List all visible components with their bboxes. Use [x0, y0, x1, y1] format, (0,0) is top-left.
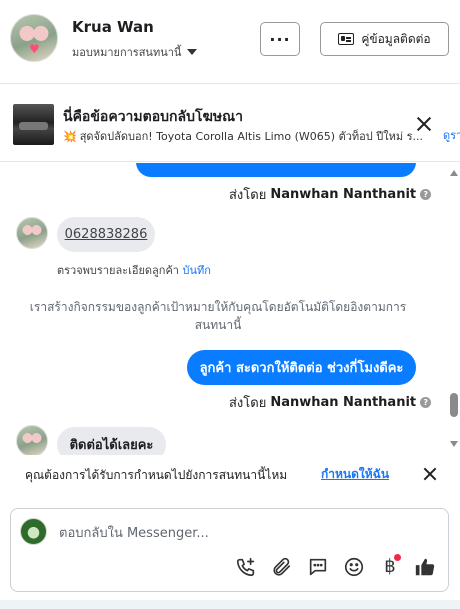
ad-reply-banner: นี่คือข้อความตอบกลับโฆษณา 💥 สุดจัดปลัดบอก… [0, 85, 460, 162]
ad-banner-subtitle: 💥 สุดจัดปลัดบอก! Toyota Corolla Altis Lim… [63, 127, 438, 145]
assign-label: มอบหมายการสนทนานี้ [72, 46, 182, 59]
messenger-conversation-panel: ♥ Krua Wan มอบหมายการสนทนานี้ ··· คู่ข้อ… [0, 0, 460, 609]
help-icon[interactable]: ? [420, 397, 432, 408]
sent-by-prefix: ส่งโดย [229, 396, 267, 411]
contact-avatar[interactable]: ♥ [10, 14, 58, 62]
save-detail-link[interactable]: บันทึก [182, 264, 210, 277]
assign-to-me-link[interactable]: กำหนดให้ฉัน [321, 465, 389, 484]
reply-input[interactable] [59, 523, 419, 543]
incoming-message-bubble[interactable]: 0628838286 [57, 217, 155, 252]
close-icon[interactable] [415, 115, 433, 133]
assign-conversation-dropdown[interactable]: มอบหมายการสนทนานี้ [72, 43, 198, 61]
phone-number-link[interactable]: 0628838286 [65, 227, 148, 242]
ad-banner-title: นี่คือข้อความตอบกลับโฆษณา [63, 109, 243, 125]
bottom-strip [0, 600, 460, 609]
contact-info-label: คู่ข้อมูลติดต่อ [361, 31, 431, 46]
sent-by-agent: Nanwhan Nanthanit [270, 187, 417, 202]
baht-icon[interactable]: ฿ [378, 554, 402, 580]
system-message: เราสร้างกิจกรรมของลูกค้าเป้าหมายให้กับคุ… [29, 300, 407, 332]
customer-detail-text: ตรวจพบรายละเอียดลูกค้า [57, 264, 179, 277]
ad-subtitle-text: สุดจัดปลัดบอก! Toyota Corolla Altis Limo… [79, 130, 423, 143]
outgoing-message-bubble[interactable] [136, 163, 416, 177]
add-call-icon[interactable] [235, 556, 259, 580]
customer-detail-note: ตรวจพบรายละเอียดลูกค้า บันทึก [57, 261, 211, 279]
contact-avatar-small[interactable] [16, 425, 48, 455]
assign-prompt-text: คุณต้องการได้รับการกำหนดไปยังการสนทนานี้… [25, 468, 288, 482]
assign-prompt-bar: คุณต้องการได้รับการกำหนดไปยังการสนทนานี้… [0, 458, 460, 492]
sparkle-icon: 💥 [63, 130, 77, 143]
conversation-header: ♥ Krua Wan มอบหมายการสนทนานี้ ··· คู่ข้อ… [0, 0, 460, 84]
incoming-message-bubble[interactable]: ติดต่อได้เลยคะ [57, 427, 166, 455]
sent-by-agent: Nanwhan Nanthanit [270, 395, 417, 410]
sent-by-label: ส่งโดย Nanwhan Nanthanit ? [229, 184, 432, 205]
scroll-down-arrow[interactable] [450, 441, 458, 447]
emoji-icon[interactable] [343, 556, 367, 580]
caret-down-icon [187, 49, 198, 55]
view-ad-link[interactable]: ดูรา [443, 126, 460, 144]
help-icon[interactable]: ? [420, 189, 432, 200]
message-thread: ส่งโดย Nanwhan Nanthanit ? 0628838286 ตร… [0, 163, 460, 455]
close-icon[interactable] [423, 467, 437, 481]
sent-by-prefix: ส่งโดย [229, 188, 267, 203]
sent-by-label: ส่งโดย Nanwhan Nanthanit ? [229, 392, 432, 413]
more-options-button[interactable]: ··· [260, 22, 300, 56]
like-icon[interactable] [414, 556, 438, 580]
scrollbar-thumb[interactable] [450, 393, 458, 417]
ad-thumbnail[interactable] [13, 104, 54, 145]
attachment-icon[interactable] [271, 556, 295, 580]
contact-avatar-small[interactable] [16, 217, 48, 249]
outgoing-message-bubble[interactable]: ลูกค้า สะดวกให้ติดต่อ ช่วงกี่โมงดีคะ [187, 350, 416, 385]
scroll-up-arrow[interactable] [450, 170, 458, 176]
contact-name[interactable]: Krua Wan [72, 18, 154, 36]
saved-reply-icon[interactable] [307, 556, 331, 580]
notification-dot [394, 554, 401, 561]
page-avatar [20, 518, 47, 545]
id-card-icon [338, 33, 355, 45]
message-composer: ฿ [10, 508, 449, 592]
contact-info-button[interactable]: คู่ข้อมูลติดต่อ [320, 22, 449, 56]
